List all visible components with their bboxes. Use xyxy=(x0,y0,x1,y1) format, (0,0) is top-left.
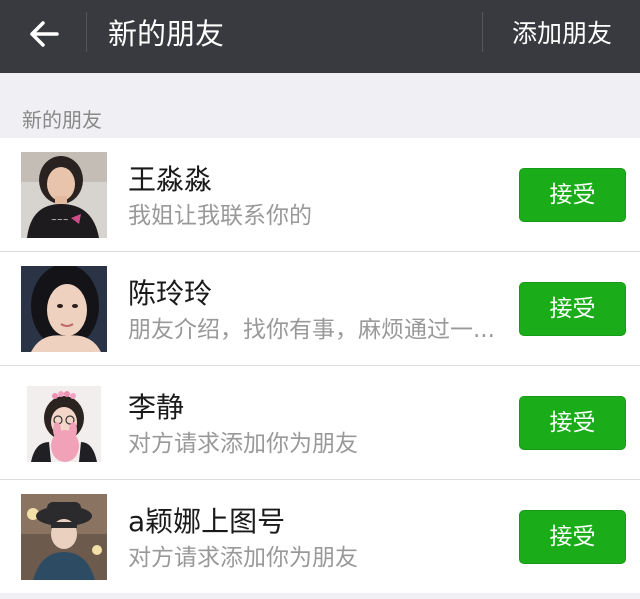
avatar xyxy=(21,266,107,352)
avatar: ~~~ xyxy=(21,152,107,238)
request-name: a颖娜上图号 xyxy=(128,505,286,538)
add-friend-button[interactable]: 添加朋友 xyxy=(512,16,612,52)
accept-button[interactable]: 接受 xyxy=(519,396,626,450)
nav-divider-right xyxy=(482,12,483,52)
friend-request-row[interactable]: 李静 对方请求添加你为朋友 接受 xyxy=(0,366,640,480)
nav-divider-left xyxy=(86,12,87,52)
friend-request-list: ~~~ 王淼淼 我姐让我联系你的 接受 陈玲玲 朋友介绍，找你有事，麻烦通过一.… xyxy=(0,138,640,593)
request-name: 李静 xyxy=(128,391,185,424)
request-message: 对方请求添加你为朋友 xyxy=(128,431,358,457)
request-message: 朋友介绍，找你有事，麻烦通过一... xyxy=(128,317,495,343)
accept-button[interactable]: 接受 xyxy=(519,282,626,336)
arrow-left-icon xyxy=(30,21,59,47)
request-name: 陈玲玲 xyxy=(128,277,213,310)
friend-request-row[interactable]: a颖娜上图号 对方请求添加你为朋友 接受 xyxy=(0,480,640,593)
request-message: 我姐让我联系你的 xyxy=(128,203,312,229)
accept-button[interactable]: 接受 xyxy=(519,510,626,564)
avatar xyxy=(21,380,107,466)
svg-text:~~~: ~~~ xyxy=(51,216,69,224)
page-title: 新的朋友 xyxy=(108,17,225,51)
request-name: 王淼淼 xyxy=(128,163,213,196)
request-message: 对方请求添加你为朋友 xyxy=(128,545,358,571)
back-button[interactable] xyxy=(18,12,70,56)
friend-request-row[interactable]: 陈玲玲 朋友介绍，找你有事，麻烦通过一... 接受 xyxy=(0,252,640,366)
section-header: 新的朋友 xyxy=(22,108,102,132)
accept-button[interactable]: 接受 xyxy=(519,168,626,222)
top-nav-bar: 新的朋友 添加朋友 xyxy=(0,0,640,73)
avatar xyxy=(21,494,107,580)
friend-request-row[interactable]: ~~~ 王淼淼 我姐让我联系你的 接受 xyxy=(0,138,640,252)
